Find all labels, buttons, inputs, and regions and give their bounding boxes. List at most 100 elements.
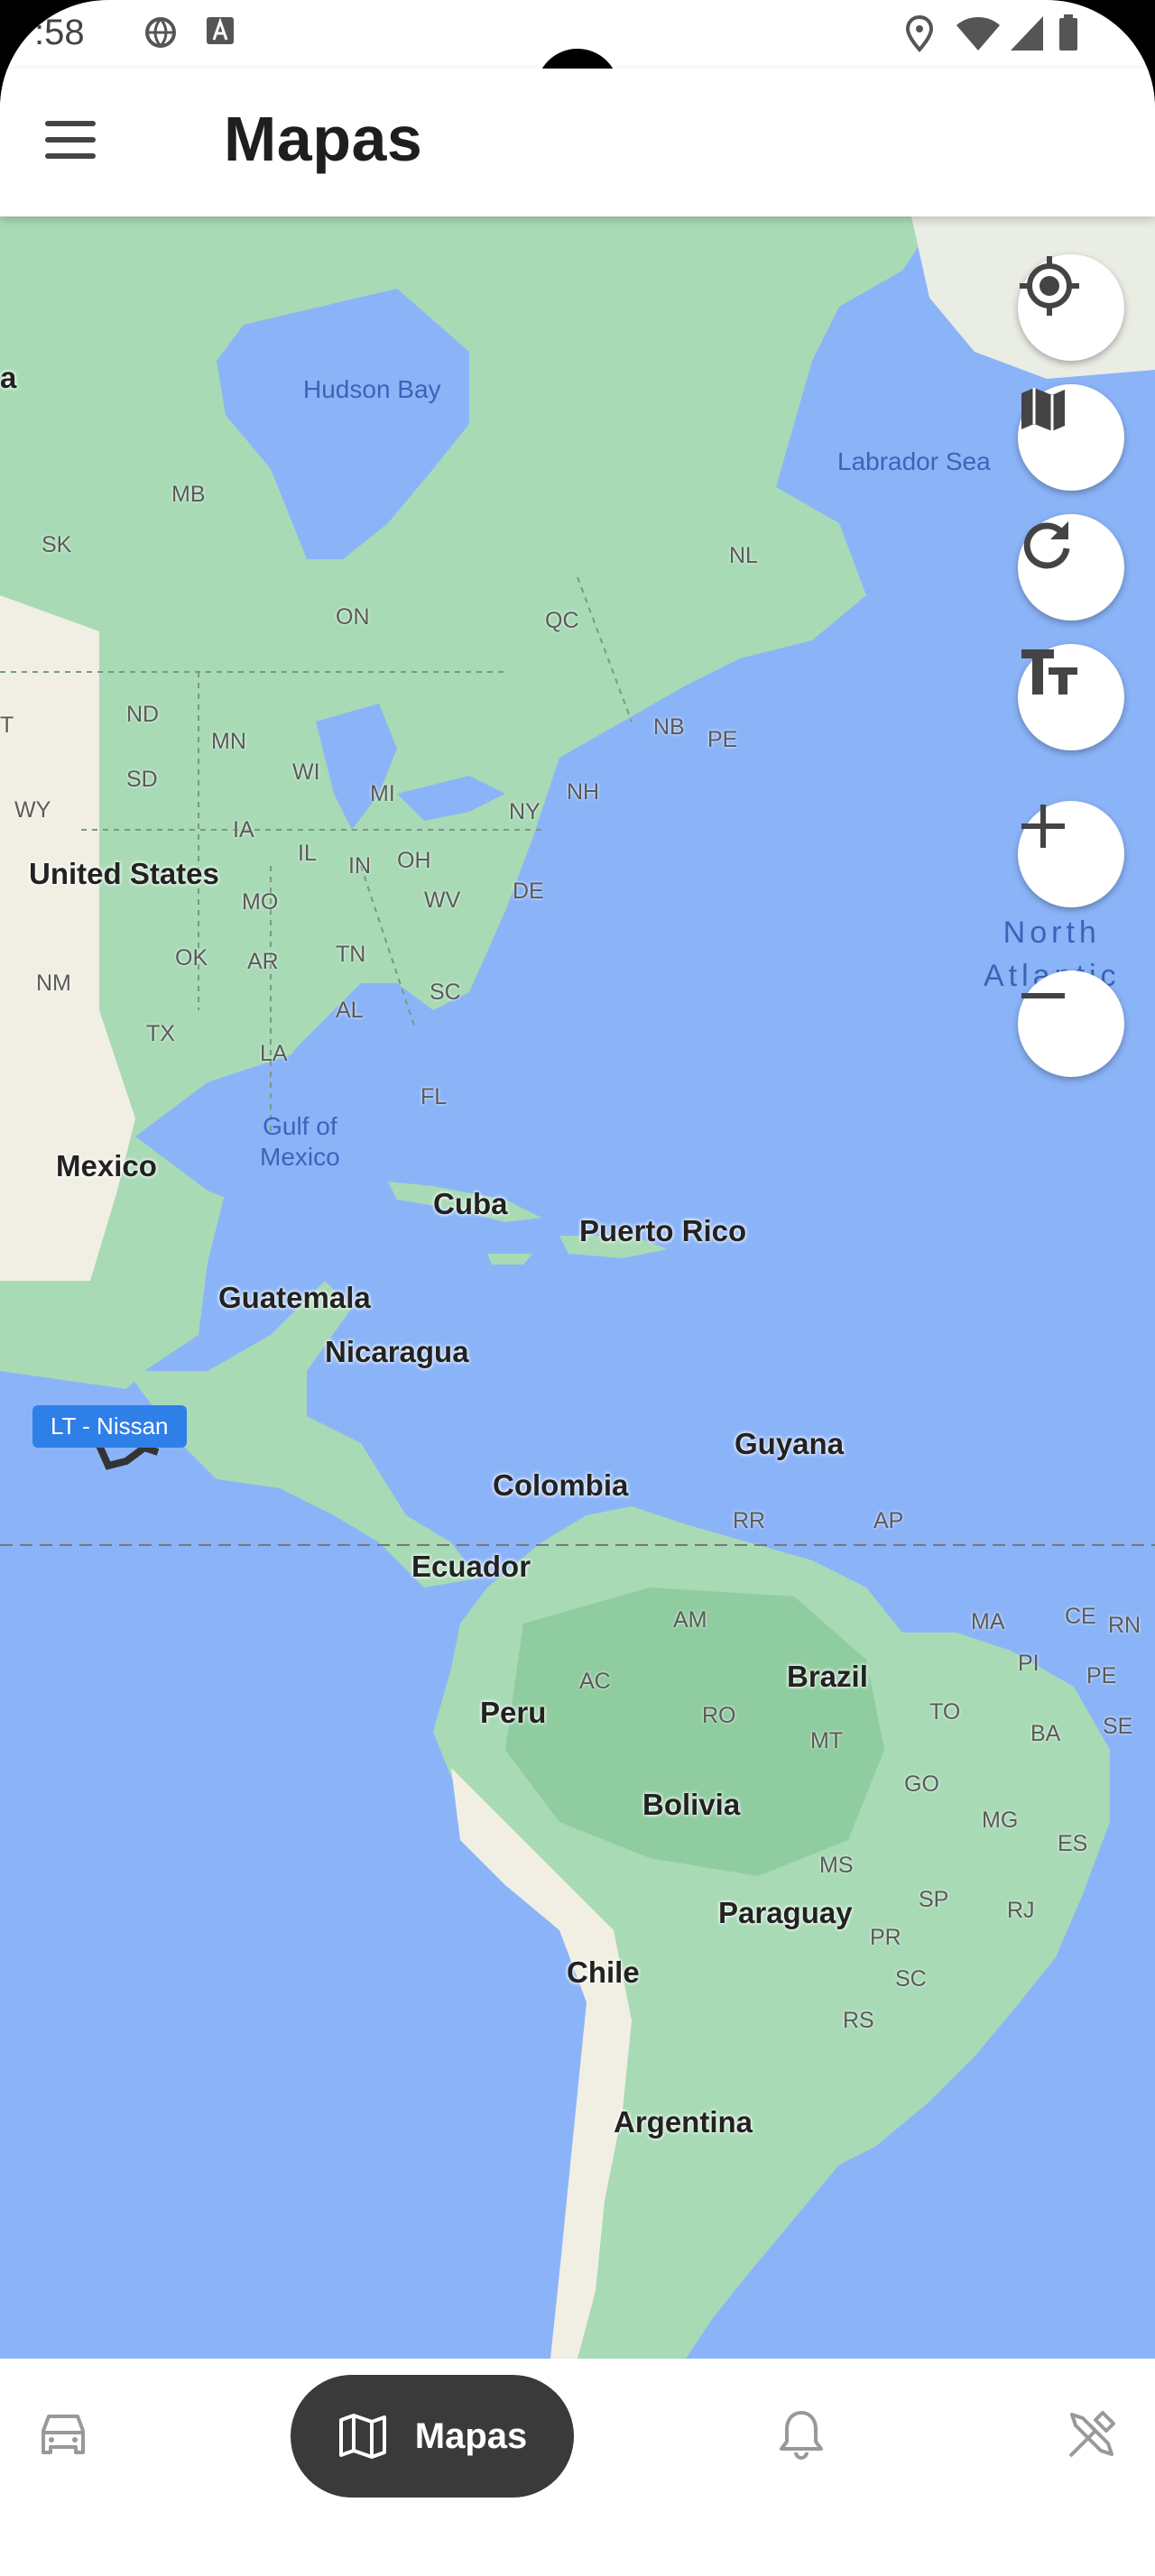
label-sc-br: SC bbox=[895, 1966, 927, 1992]
device-screen: :58 Mapas Hudson Bay Labrador Sea Gulf o… bbox=[0, 0, 1155, 2576]
label-ok: OK bbox=[175, 945, 208, 971]
label-mo: MO bbox=[242, 889, 279, 915]
label-la: LA bbox=[260, 1041, 288, 1066]
label-tn: TN bbox=[336, 942, 366, 967]
label-wy: WY bbox=[14, 797, 51, 823]
label-se: SE bbox=[1103, 1714, 1133, 1739]
label-partial-a: a bbox=[0, 361, 17, 394]
label-tx: TX bbox=[146, 1021, 175, 1046]
label-cuba: Cuba bbox=[433, 1187, 508, 1220]
map-icon bbox=[1021, 388, 1065, 431]
nav-maps-active[interactable]: Mapas bbox=[291, 2375, 574, 2498]
label-in: IN bbox=[348, 853, 371, 879]
label-partial-t: T bbox=[0, 713, 14, 738]
app-bar: Mapas bbox=[0, 69, 1155, 216]
label-colombia: Colombia bbox=[493, 1468, 629, 1502]
label-gulf-of-mexico: Gulf of Mexico bbox=[260, 1111, 340, 1173]
nav-maps-label: Mapas bbox=[414, 2415, 528, 2456]
signal-icon bbox=[1011, 16, 1043, 51]
label-chile: Chile bbox=[567, 1955, 640, 1989]
label-ia: IA bbox=[233, 817, 254, 842]
tools-icon bbox=[1068, 2411, 1115, 2458]
label-nl: NL bbox=[729, 543, 758, 568]
label-ro: RO bbox=[702, 1703, 736, 1728]
label-rn: RN bbox=[1108, 1613, 1141, 1638]
map-view[interactable]: Hudson Bay Labrador Sea Gulf of Mexico N… bbox=[0, 216, 1155, 2359]
bottom-navigation: Mapas bbox=[0, 2359, 1155, 2510]
label-pi: PI bbox=[1018, 1651, 1040, 1676]
label-il: IL bbox=[298, 841, 317, 866]
label-gulf-line2: Mexico bbox=[260, 1143, 340, 1171]
vpn-globe-icon bbox=[145, 17, 176, 48]
label-wi: WI bbox=[292, 759, 320, 785]
label-paraguay: Paraguay bbox=[718, 1896, 853, 1929]
label-labrador-sea: Labrador Sea bbox=[837, 447, 991, 475]
bell-icon bbox=[780, 2411, 823, 2460]
vehicle-marker-label[interactable]: LT - Nissan bbox=[32, 1405, 187, 1448]
label-mg: MG bbox=[982, 1808, 1019, 1833]
label-gulf-line1: Gulf of bbox=[263, 1112, 337, 1140]
label-ocean-line1: North bbox=[1003, 915, 1101, 950]
text-size-button[interactable] bbox=[1018, 644, 1124, 750]
label-mt: MT bbox=[810, 1728, 844, 1753]
label-puerto-rico: Puerto Rico bbox=[579, 1214, 747, 1247]
crosshair-icon bbox=[1020, 256, 1079, 316]
text-size-icon bbox=[1021, 649, 1077, 695]
label-al: AL bbox=[336, 998, 364, 1023]
label-nd: ND bbox=[126, 702, 160, 727]
gesture-home-bar[interactable] bbox=[430, 2539, 724, 2550]
label-rj: RJ bbox=[1007, 1898, 1035, 1923]
label-fl: FL bbox=[420, 1084, 448, 1109]
minus-icon bbox=[1021, 993, 1065, 998]
label-nh: NH bbox=[567, 779, 600, 805]
nav-alerts[interactable] bbox=[756, 2359, 846, 2510]
battery-icon bbox=[1059, 14, 1077, 51]
label-ce: CE bbox=[1065, 1604, 1096, 1629]
label-es: ES bbox=[1058, 1831, 1088, 1856]
label-hudson-bay: Hudson Bay bbox=[303, 375, 441, 403]
label-united-states: United States bbox=[29, 857, 219, 890]
label-mn: MN bbox=[211, 729, 246, 754]
nav-tools[interactable] bbox=[1047, 2359, 1137, 2510]
label-ms: MS bbox=[819, 1853, 854, 1878]
label-bolivia: Bolivia bbox=[642, 1788, 741, 1821]
label-ma: MA bbox=[971, 1609, 1005, 1634]
label-de: DE bbox=[513, 879, 544, 904]
label-pe-br: PE bbox=[1086, 1663, 1117, 1688]
label-nicaragua: Nicaragua bbox=[325, 1335, 469, 1368]
label-sd: SD bbox=[126, 767, 158, 792]
locate-button[interactable] bbox=[1018, 254, 1124, 361]
label-ac: AC bbox=[579, 1669, 611, 1694]
hamburger-menu-icon[interactable] bbox=[45, 115, 108, 170]
label-qc: QC bbox=[545, 608, 579, 633]
label-ar: AR bbox=[247, 949, 279, 974]
map-icon bbox=[338, 2414, 386, 2459]
nav-vehicles[interactable] bbox=[18, 2359, 108, 2510]
label-nm: NM bbox=[36, 971, 71, 996]
wifi-icon bbox=[956, 17, 1000, 51]
label-sk: SK bbox=[42, 532, 72, 557]
label-pr: PR bbox=[870, 1925, 901, 1950]
label-argentina: Argentina bbox=[614, 2105, 753, 2139]
zoom-in-button[interactable] bbox=[1018, 801, 1124, 907]
keyboard-a-icon bbox=[207, 17, 234, 44]
zoom-out-button[interactable] bbox=[1018, 971, 1124, 1077]
label-ba: BA bbox=[1030, 1721, 1061, 1746]
label-mb: MB bbox=[171, 482, 206, 507]
label-rs: RS bbox=[843, 2008, 874, 2033]
label-am: AM bbox=[673, 1607, 707, 1633]
map-type-button[interactable] bbox=[1018, 384, 1124, 491]
label-ecuador: Ecuador bbox=[411, 1550, 531, 1583]
refresh-icon bbox=[1023, 521, 1070, 569]
map-land bbox=[0, 216, 1155, 2359]
plus-icon bbox=[1021, 805, 1065, 848]
label-mi: MI bbox=[370, 781, 395, 806]
label-on: ON bbox=[336, 604, 370, 630]
label-guyana: Guyana bbox=[735, 1427, 845, 1460]
label-wv: WV bbox=[424, 888, 461, 913]
label-sp: SP bbox=[919, 1887, 949, 1912]
refresh-button[interactable] bbox=[1018, 514, 1124, 621]
label-nb: NB bbox=[653, 714, 685, 740]
status-time: :58 bbox=[34, 13, 85, 52]
label-peru: Peru bbox=[480, 1696, 547, 1729]
